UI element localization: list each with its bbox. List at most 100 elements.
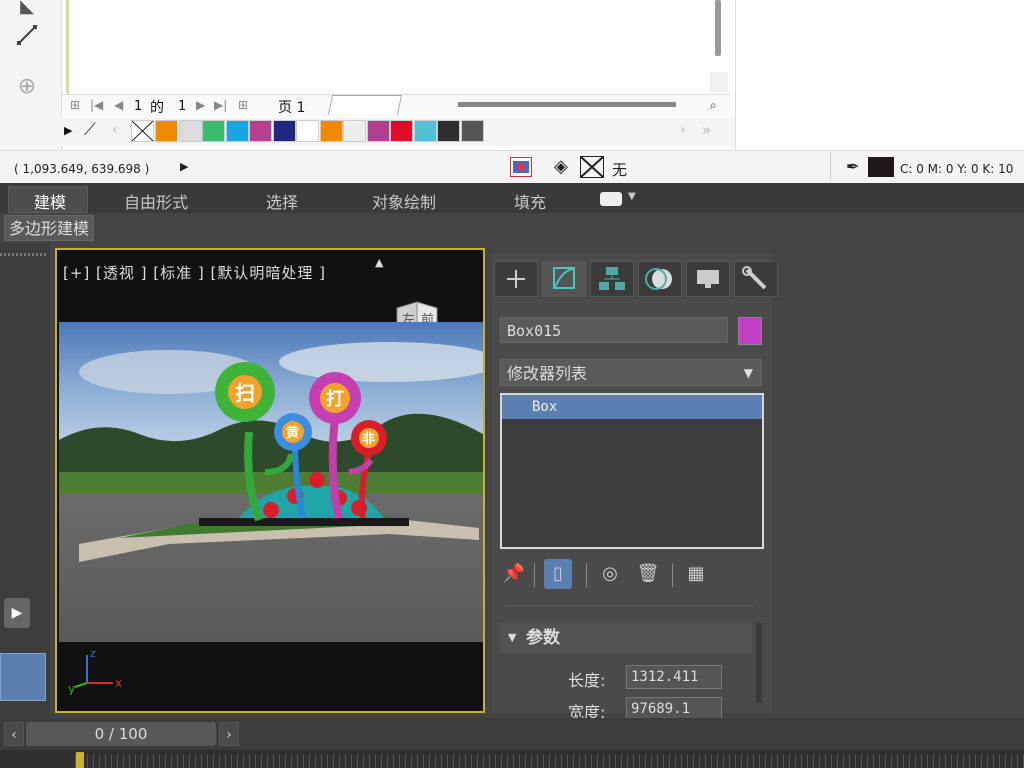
- tab-object-paint[interactable]: 对象绘制: [372, 189, 436, 213]
- next-page-icon[interactable]: ▶: [196, 98, 205, 112]
- color-swatch[interactable]: [225, 120, 249, 142]
- color-swatch[interactable]: [413, 120, 437, 142]
- lawn: [59, 472, 483, 494]
- total-pages: 1: [178, 99, 187, 114]
- polygon-modeling-button[interactable]: 多边形建模: [4, 215, 95, 241]
- svg-text:x: x: [115, 676, 122, 690]
- first-page-icon[interactable]: ⊞: [70, 98, 80, 112]
- dimension-tool-icon[interactable]: [12, 24, 42, 54]
- fill-none-label: 无: [612, 161, 628, 179]
- color-swatch[interactable]: [437, 120, 460, 142]
- vertical-scrollbar[interactable]: [715, 0, 721, 56]
- motion-tab[interactable]: [638, 261, 682, 297]
- flower-label: 非: [362, 431, 375, 447]
- flower-label: 打: [326, 388, 344, 410]
- ribbon-options-icon[interactable]: [600, 192, 622, 206]
- horizontal-scrollbar[interactable]: [458, 102, 676, 107]
- object-color-swatch[interactable]: [738, 317, 762, 345]
- palette-menu-icon[interactable]: ▶: [64, 124, 72, 137]
- fill-bucket-icon[interactable]: ◈: [554, 156, 568, 177]
- toolbar-grip[interactable]: [0, 253, 46, 256]
- stack-toolbar: 📌 ▯ ◎ 🗑 ▦: [500, 557, 764, 591]
- scroll-corner: [710, 72, 728, 92]
- add-page-icon[interactable]: ⊞: [238, 98, 248, 112]
- configure-sets-icon[interactable]: ▦: [682, 559, 710, 589]
- palette-scroll-right-icon[interactable]: ›: [680, 122, 686, 138]
- parameters-rollout-header[interactable]: ▼ 参数: [500, 623, 752, 653]
- time-slider-bar: ‹ 0 / 100 ›: [0, 718, 1024, 750]
- color-swatch[interactable]: [319, 120, 343, 142]
- current-frame-marker[interactable]: [76, 752, 84, 768]
- viewport-light-icon[interactable]: ▲: [375, 256, 383, 269]
- viewport-label[interactable]: [+] [透视 ] [标准 ] [默认明暗处理 ]: [63, 262, 326, 283]
- status-arrow-icon[interactable]: ▶: [180, 160, 188, 173]
- length-label: 长度:: [568, 671, 606, 690]
- color-swatch[interactable]: [272, 120, 296, 142]
- color-swatch[interactable]: [460, 120, 484, 142]
- eyedropper-icon[interactable]: ⟋: [84, 120, 96, 140]
- axis-tripod: z x y: [67, 645, 127, 696]
- page-tab[interactable]: [327, 95, 403, 115]
- color-swatch[interactable]: [390, 120, 413, 142]
- corner-tool-icon[interactable]: ◣: [12, 0, 42, 22]
- ribbon-tabs: 建模 自由形式 选择 对象绘制 填充 ▼: [0, 183, 1024, 213]
- tab-freeform[interactable]: 自由形式: [124, 189, 188, 213]
- stack-item[interactable]: Box: [502, 395, 762, 419]
- color-swatch[interactable]: [178, 120, 202, 142]
- cursor-coords: ( 1,093.649, 639.698 ): [14, 162, 150, 176]
- flower-da: 打: [309, 372, 361, 424]
- utilities-tab[interactable]: [734, 261, 778, 297]
- docker-panel: [735, 0, 1024, 150]
- modify-tab[interactable]: [542, 261, 586, 297]
- panel-scrollbar[interactable]: [756, 623, 762, 703]
- color-swatch[interactable]: [202, 120, 225, 142]
- prev-page-icon[interactable]: ◀: [114, 98, 123, 112]
- modifier-list-dropdown[interactable]: 修改器列表 ▼: [500, 359, 762, 386]
- palette-expand-icon[interactable]: »: [702, 121, 711, 139]
- object-name-field[interactable]: Box015: [500, 317, 728, 343]
- scene-render: 扫 黄 打 非: [59, 322, 483, 642]
- pin-stack-icon[interactable]: 📌: [500, 559, 528, 589]
- expand-play-icon[interactable]: ▶: [4, 598, 30, 628]
- flower-label: 黄: [286, 425, 299, 441]
- fill-icon[interactable]: [510, 157, 532, 177]
- perspective-viewport[interactable]: [+] [透视 ] [标准 ] [默认明暗处理 ] ▲ 左 前 扫 黄 打 非 …: [55, 248, 485, 713]
- ribbon-panel: 多边形建模: [0, 213, 1024, 243]
- tab-modeling[interactable]: 建模: [34, 189, 66, 213]
- pen-icon[interactable]: ✒: [846, 157, 859, 176]
- palette-scroll-left-icon[interactable]: ‹: [112, 122, 118, 138]
- outline-cmyk: C: 0 M: 0 Y: 0 K: 10: [900, 162, 1014, 176]
- track-bar[interactable]: [0, 750, 1024, 768]
- last-page-icon[interactable]: ▶|: [214, 98, 227, 112]
- ribbon-dropdown-icon[interactable]: ▼: [628, 191, 636, 202]
- show-end-result-icon[interactable]: ▯: [544, 559, 572, 589]
- flower-sao: 扫: [215, 362, 275, 422]
- length-spinner[interactable]: 1312.411: [626, 665, 722, 689]
- hierarchy-tab[interactable]: [590, 261, 634, 297]
- color-swatch[interactable]: [343, 120, 366, 142]
- make-unique-icon[interactable]: ◎: [596, 559, 624, 589]
- display-tab[interactable]: [686, 261, 730, 297]
- svg-text:z: z: [90, 647, 96, 660]
- zoom-icon[interactable]: ⌕: [710, 98, 717, 113]
- prev-frame-icon[interactable]: ‹: [4, 722, 24, 746]
- tab-selection[interactable]: 选择: [266, 189, 298, 213]
- outline-color-swatch[interactable]: [868, 157, 894, 177]
- color-swatch[interactable]: [155, 120, 178, 142]
- next-frame-icon[interactable]: ›: [219, 722, 239, 746]
- page-edge: [66, 0, 69, 94]
- prev-first-icon[interactable]: |◀: [90, 98, 103, 112]
- remove-modifier-icon[interactable]: 🗑: [634, 559, 662, 589]
- no-color-swatch[interactable]: [131, 120, 154, 142]
- color-swatch[interactable]: [366, 120, 390, 142]
- scene-explorer-tab[interactable]: [0, 653, 46, 701]
- modifier-stack[interactable]: Box: [500, 393, 764, 549]
- color-swatch[interactable]: [249, 120, 272, 142]
- svg-text:y: y: [68, 682, 75, 695]
- add-tool-icon[interactable]: ⊕: [12, 72, 42, 102]
- tab-populate[interactable]: 填充: [514, 189, 546, 213]
- no-fill-icon[interactable]: [580, 156, 604, 178]
- time-slider[interactable]: 0 / 100: [26, 722, 216, 746]
- color-swatch[interactable]: [296, 120, 319, 142]
- create-tab[interactable]: [494, 261, 538, 297]
